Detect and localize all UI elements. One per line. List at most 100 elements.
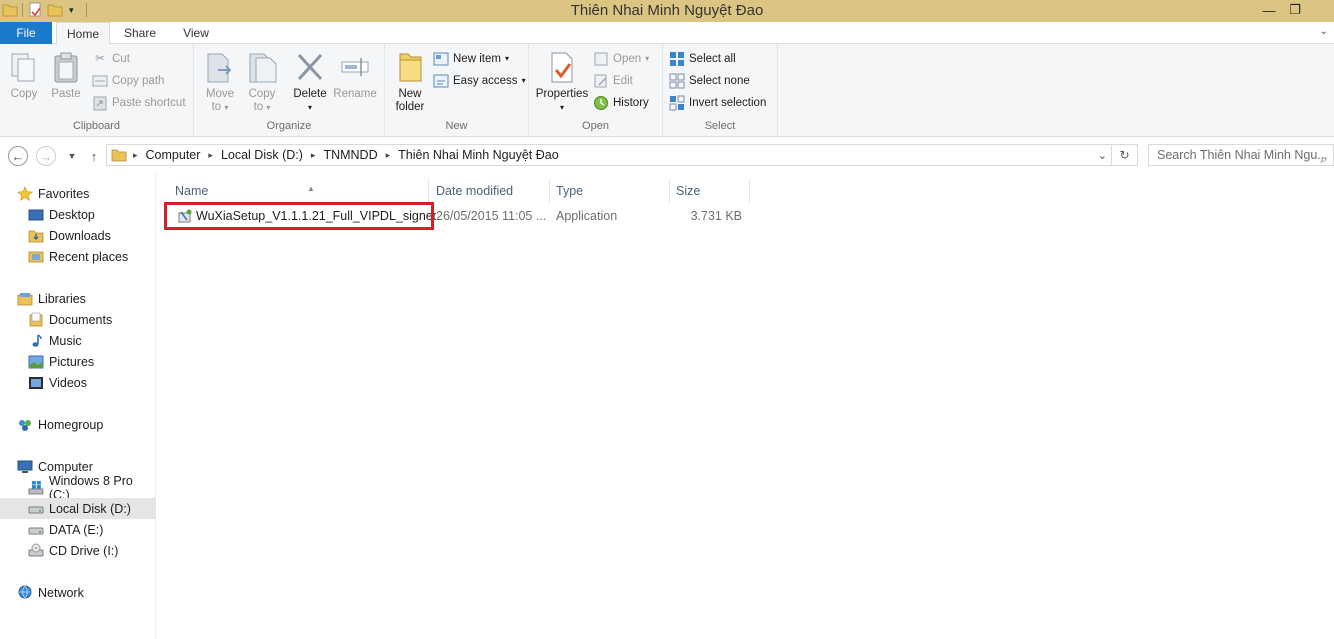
cd-drive-icon bbox=[28, 543, 44, 556]
select-label: Select bbox=[704, 120, 736, 132]
select-all-button[interactable]: Select all bbox=[669, 49, 736, 69]
chevron-down-icon: ▼ bbox=[67, 151, 77, 161]
select-none-icon bbox=[669, 73, 685, 89]
ribbon: Copy Paste ✂ Cut Copy path Paste shortcu… bbox=[0, 44, 1334, 137]
invert-selection-button[interactable]: Invert selection bbox=[669, 93, 766, 113]
tab-file[interactable]: File bbox=[0, 22, 52, 44]
nav-recent-places[interactable]: Recent places bbox=[0, 246, 156, 267]
videos-icon bbox=[29, 376, 43, 389]
nav-pictures[interactable]: Pictures bbox=[0, 351, 156, 372]
select-none-button[interactable]: Select none bbox=[669, 71, 750, 91]
address-bar[interactable]: ▸ Computer ▸ Local Disk (D:) ▸ TNMNDD ▸ … bbox=[106, 144, 1112, 166]
breadcrumb-tnmndd[interactable]: TNMNDD bbox=[323, 148, 377, 162]
forward-button[interactable]: → bbox=[36, 146, 56, 166]
breadcrumb-separator[interactable]: ▸ bbox=[133, 150, 138, 161]
nav-downloads[interactable]: Downloads bbox=[0, 225, 156, 246]
paste-icon bbox=[54, 52, 78, 83]
clipboard-label: Clipboard bbox=[72, 120, 121, 132]
arrow-left-icon: ← bbox=[11, 148, 25, 164]
rename-icon bbox=[341, 58, 369, 76]
column-header-size[interactable]: Size bbox=[670, 179, 750, 203]
delete-button[interactable]: Delete ▾ bbox=[290, 50, 330, 114]
nav-drive-d[interactable]: Local Disk (D:) bbox=[0, 498, 156, 519]
tab-share[interactable]: Share bbox=[116, 22, 164, 44]
move-to-icon bbox=[207, 53, 232, 83]
cut-button[interactable]: ✂ Cut bbox=[92, 49, 130, 69]
nav-favorites[interactable]: Favorites bbox=[0, 183, 156, 204]
search-input[interactable]: Search Thiên Nhai Minh Ngu... ⌕ bbox=[1148, 144, 1334, 166]
windows-drive-icon bbox=[28, 480, 44, 494]
computer-icon bbox=[17, 460, 33, 473]
paste-shortcut-icon bbox=[93, 96, 107, 111]
edit-button[interactable]: Edit bbox=[593, 71, 633, 91]
properties-icon bbox=[551, 52, 573, 83]
history-button[interactable]: History bbox=[593, 93, 649, 113]
close-button[interactable] bbox=[1308, 0, 1334, 20]
new-item-icon bbox=[433, 52, 449, 66]
downloads-icon bbox=[28, 230, 44, 242]
invert-selection-icon bbox=[669, 95, 685, 111]
highlight-box bbox=[164, 202, 434, 230]
nav-documents[interactable]: Documents bbox=[0, 309, 156, 330]
nav-libraries[interactable]: Libraries bbox=[0, 288, 156, 309]
open-button[interactable]: Open ▾ bbox=[593, 49, 649, 69]
maximize-button[interactable]: ❐ bbox=[1282, 0, 1308, 20]
title-bar: ▾ Thiên Nhai Minh Nguyệt Đao — ❐ bbox=[0, 0, 1334, 22]
desktop-icon bbox=[28, 209, 44, 220]
open-label: Open bbox=[582, 120, 609, 132]
nav-drive-i[interactable]: CD Drive (I:) bbox=[0, 540, 156, 561]
ribbon-tabs: File Home Share View ⌄ bbox=[0, 22, 1334, 45]
libraries-icon bbox=[17, 292, 33, 305]
select-all-icon bbox=[670, 52, 684, 66]
file-list: Name ▲ Date modified Type Size WuXiaSetu… bbox=[157, 173, 1334, 639]
refresh-button[interactable]: ↻ bbox=[1112, 144, 1138, 166]
nav-drive-e[interactable]: DATA (E:) bbox=[0, 519, 156, 540]
column-header-date-modified[interactable]: Date modified bbox=[430, 179, 550, 203]
nav-music[interactable]: Music bbox=[0, 330, 156, 351]
nav-drive-c[interactable]: Windows 8 Pro (C:) bbox=[0, 474, 156, 502]
breadcrumb-separator[interactable]: ▸ bbox=[311, 150, 316, 161]
chevron-down-icon[interactable]: ⌄ bbox=[1098, 149, 1107, 162]
window-title: Thiên Nhai Minh Nguyệt Đao bbox=[570, 2, 764, 19]
nav-homegroup[interactable]: Homegroup bbox=[0, 414, 156, 435]
copy-to-icon bbox=[249, 53, 277, 83]
move-to-button[interactable]: Move to ▾ bbox=[202, 50, 238, 114]
rename-button[interactable]: Rename bbox=[332, 50, 378, 101]
back-button[interactable]: ← bbox=[8, 146, 28, 166]
tab-view[interactable]: View bbox=[172, 22, 220, 44]
nav-videos[interactable]: Videos bbox=[0, 372, 156, 393]
arrow-right-icon: → bbox=[39, 148, 53, 164]
tab-home[interactable]: Home bbox=[56, 22, 110, 45]
new-folder-button[interactable]: New folder bbox=[391, 50, 429, 114]
search-icon: ⌕ bbox=[1320, 152, 1327, 166]
recent-locations-button[interactable]: ▼ bbox=[62, 146, 82, 166]
organize-label: Organize bbox=[266, 120, 312, 132]
copy-to-button[interactable]: Copy to ▾ bbox=[244, 50, 280, 114]
column-header-name[interactable]: Name ▲ bbox=[169, 179, 429, 203]
arrow-up-icon: ↑ bbox=[90, 148, 98, 164]
chevron-down-icon[interactable]: ⌄ bbox=[1320, 26, 1328, 37]
properties-button[interactable]: Properties ▾ bbox=[533, 50, 591, 114]
breadcrumb-computer[interactable]: Computer bbox=[146, 148, 201, 162]
column-header-type[interactable]: Type bbox=[550, 179, 670, 203]
pictures-icon bbox=[28, 355, 44, 368]
up-button[interactable]: ↑ bbox=[84, 146, 104, 166]
paste-shortcut-button[interactable]: Paste shortcut bbox=[92, 93, 186, 113]
paste-button[interactable]: Paste bbox=[48, 50, 84, 101]
new-item-button[interactable]: New item ▾ bbox=[433, 49, 509, 69]
nav-desktop[interactable]: Desktop bbox=[0, 204, 156, 225]
navigation-pane: Favorites Desktop Downloads Recent place… bbox=[0, 173, 156, 639]
breadcrumb-current-folder[interactable]: Thiên Nhai Minh Nguyệt Đao bbox=[398, 148, 559, 162]
folder-icon bbox=[111, 149, 127, 162]
breadcrumb-separator[interactable]: ▸ bbox=[386, 150, 391, 161]
copy-button[interactable]: Copy bbox=[6, 50, 42, 101]
refresh-icon: ↻ bbox=[1119, 148, 1130, 162]
minimize-button[interactable]: — bbox=[1256, 0, 1282, 20]
breadcrumb-separator[interactable]: ▸ bbox=[208, 150, 213, 161]
breadcrumb-local-disk[interactable]: Local Disk (D:) bbox=[221, 148, 303, 162]
easy-access-icon bbox=[433, 74, 449, 88]
copy-path-button[interactable]: Copy path bbox=[92, 71, 164, 91]
easy-access-button[interactable]: Easy access ▾ bbox=[433, 71, 526, 91]
music-icon bbox=[32, 333, 42, 347]
nav-network[interactable]: Network bbox=[0, 582, 156, 603]
